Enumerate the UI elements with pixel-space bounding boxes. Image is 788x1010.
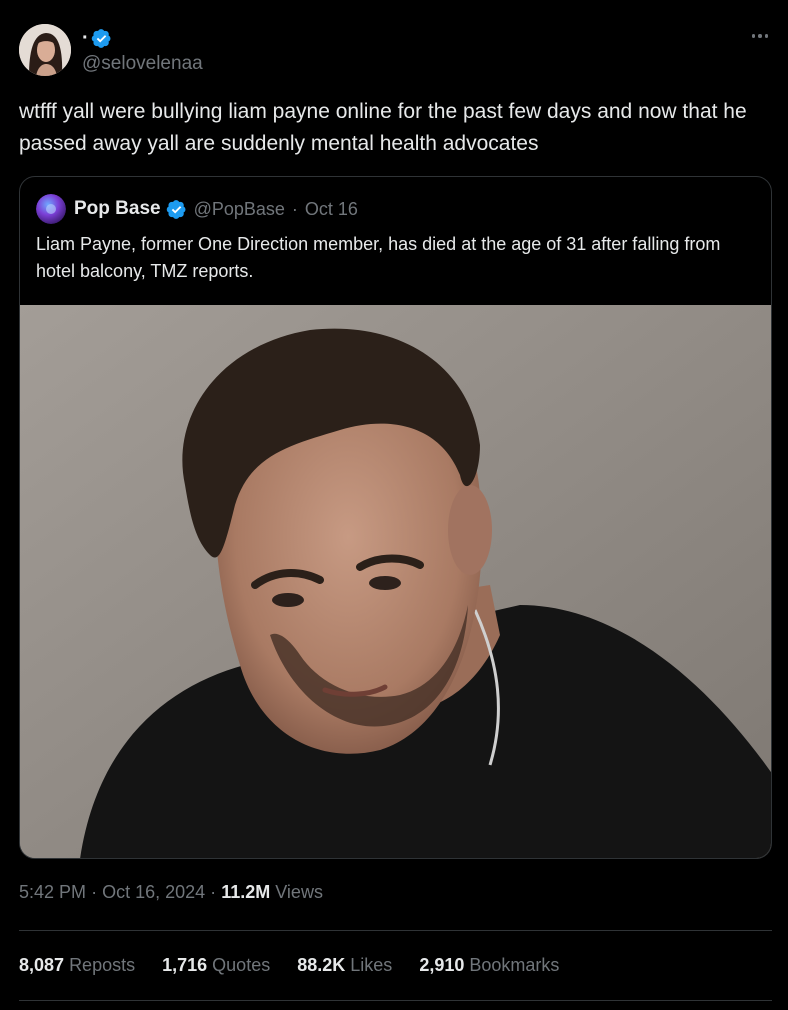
quoted-tweet-image[interactable] xyxy=(20,305,771,858)
dot xyxy=(751,34,756,38)
dot xyxy=(758,34,762,38)
bookmarks-count: 2,910 xyxy=(419,955,465,975)
author-name-row[interactable]: · xyxy=(82,26,112,50)
profile-photo xyxy=(19,24,71,76)
quotes-label: Quotes xyxy=(212,955,271,975)
tweet-time[interactable]: 5:42 PM xyxy=(19,882,86,902)
popbase-logo-icon xyxy=(36,194,66,224)
quoted-display-name[interactable]: Pop Base xyxy=(74,198,161,220)
views-count: 11.2M xyxy=(221,882,271,902)
meta-separator: · xyxy=(210,882,217,902)
quoted-handle[interactable]: @PopBase xyxy=(194,199,285,220)
portrait-photo xyxy=(20,305,771,858)
author-avatar[interactable] xyxy=(19,24,71,76)
tweet-meta: 5:42 PM · Oct 16, 2024 · 11.2M Views xyxy=(19,882,323,903)
quotes-count: 1,716 xyxy=(162,955,208,975)
quoted-author-avatar[interactable] xyxy=(36,194,66,224)
quotes-stat[interactable]: 1,716 Quotes xyxy=(162,955,270,976)
verified-badge-icon xyxy=(166,199,187,220)
tweet-date[interactable]: Oct 16, 2024 xyxy=(102,882,205,902)
dot xyxy=(764,34,769,38)
author-handle[interactable]: @selovelenaa xyxy=(82,53,203,75)
author-display-name[interactable]: · xyxy=(82,28,89,48)
reposts-stat[interactable]: 8,087 Reposts xyxy=(19,955,135,976)
bookmarks-stat[interactable]: 2,910 Bookmarks xyxy=(419,955,559,976)
quoted-tweet-card[interactable]: Pop Base @PopBase · Oct 16 Liam Payne, f… xyxy=(19,176,772,859)
likes-stat[interactable]: 88.2K Likes xyxy=(297,955,392,976)
quoted-separator: · xyxy=(291,198,298,219)
meta-separator: · xyxy=(91,882,98,902)
tweet-text: wtfff yall were bullying liam payne onli… xyxy=(19,100,747,155)
divider xyxy=(19,930,772,931)
reposts-label: Reposts xyxy=(69,955,136,975)
likes-label: Likes xyxy=(350,955,393,975)
bookmarks-label: Bookmarks xyxy=(469,955,560,975)
divider xyxy=(19,1000,772,1001)
verified-badge-icon xyxy=(91,28,112,49)
more-options-icon[interactable] xyxy=(748,30,772,42)
engagement-stats: 8,087 Reposts 1,716 Quotes 88.2K Likes 2… xyxy=(19,955,559,976)
reposts-count: 8,087 xyxy=(19,955,65,975)
quoted-date[interactable]: Oct 16 xyxy=(305,199,358,220)
views-label: Views xyxy=(275,882,323,902)
quoted-tweet-header: Pop Base @PopBase · Oct 16 xyxy=(36,194,358,224)
quoted-tweet-text: Liam Payne, former One Direction member,… xyxy=(36,234,721,281)
likes-count: 88.2K xyxy=(297,955,346,975)
